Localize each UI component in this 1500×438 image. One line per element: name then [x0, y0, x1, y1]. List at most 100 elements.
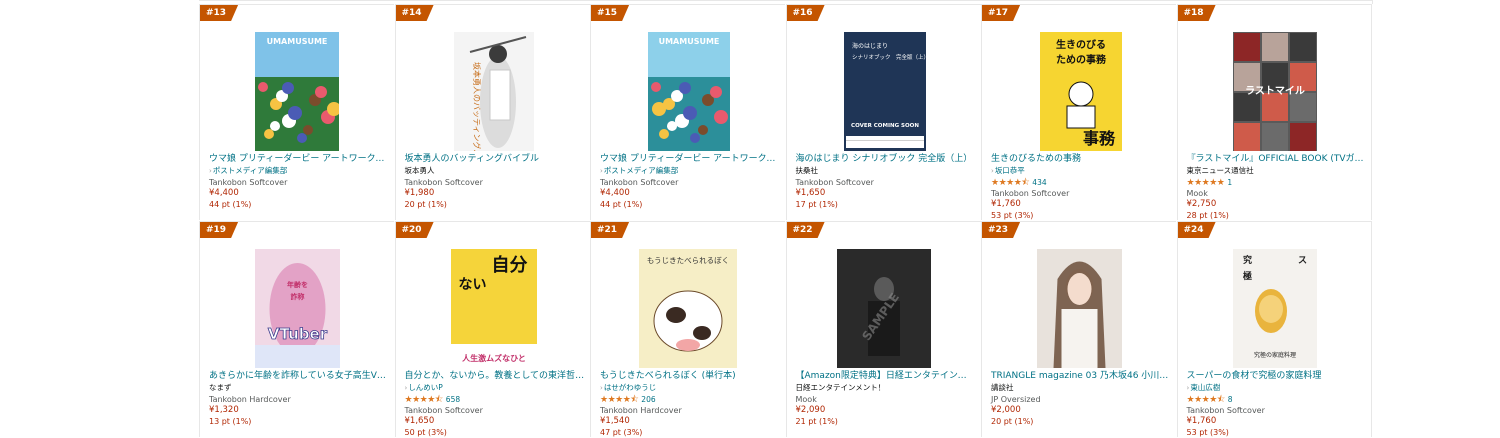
author-name: はせがわゆうじ: [603, 383, 657, 392]
product-title-link[interactable]: 坂本勇人のバッティングバイブル: [405, 153, 585, 165]
author-link[interactable]: ›坂口恭平: [991, 165, 1171, 177]
book-cover[interactable]: [1037, 249, 1122, 368]
book-cover[interactable]: UMAMUSUME: [255, 32, 339, 151]
book-cover-image: 坂本勇人のバッティングバイブル: [453, 32, 534, 151]
author-link: 坂本勇人: [405, 165, 585, 176]
product-card[interactable]: #14 坂本勇人のバッティングバイブル 坂本勇人のバッティングバイブル 坂本勇人 Tan…: [394, 4, 590, 220]
product-title-link[interactable]: 【Amazon限定特典】日経エンタテインメン…: [796, 370, 976, 382]
price: ¥2,750: [1186, 199, 1217, 209]
price: ¥2,000: [991, 405, 1021, 415]
book-cover[interactable]: SAMPLE: [836, 249, 931, 368]
author-link[interactable]: ›ポストメディア編集部: [209, 165, 389, 177]
product-card[interactable]: #24 究極ス究極の家庭料理 スーパーの食材で究極の家庭料理 ›東山広樹 ★★★★⯪ 8 T…: [1176, 221, 1372, 437]
rating-count: 434: [1032, 178, 1047, 187]
book-cover[interactable]: 究極 ス究極の家庭料理: [1232, 249, 1317, 368]
points: 44 pt (1%): [209, 200, 252, 209]
product-row: #13 UMAMUSUME ウマ娘 プリティーダービー アートワークス… ›ポストメデ…: [199, 4, 1372, 221]
star-icons: ★★★★⯪: [600, 395, 639, 405]
product-title-link[interactable]: 『ラストマイル』OFFICIAL BOOK (TVガイ…: [1187, 153, 1367, 165]
svg-text:海のはじまり: 海のはじまり: [852, 42, 888, 50]
rank-badge: #24: [1178, 222, 1216, 238]
svg-text:ための事務: ための事務: [1056, 53, 1107, 66]
author-link: 講談社: [991, 382, 1171, 393]
product-title-link[interactable]: あきらかに年齢を詐称している女子高生VTuber: [209, 370, 389, 382]
book-cover[interactable]: 自分 ない 人生激ムズなひと: [450, 249, 537, 368]
book-cover[interactable]: もうじきたべられるぼく: [639, 249, 737, 368]
rating-count: 206: [641, 395, 656, 404]
svg-text:生きのびる: 生きのびる: [1056, 38, 1106, 51]
product-card[interactable]: #17 生きのびる ための事務 事務 生きのびるための事務 ›坂口恭平 ★★★★⯪ 434 Ta…: [981, 4, 1176, 220]
product-title-link[interactable]: 自分とか、ないから。教養としての東洋哲学…: [405, 370, 585, 382]
product-card[interactable]: #22 SAMPLE 【Amazon限定特典】日経エンタテインメン… 日経エンタテイン…: [785, 221, 981, 437]
rating-count: 1: [1227, 178, 1233, 187]
chevron-right-icon: ›: [1186, 384, 1190, 392]
book-format: Mook: [795, 395, 817, 404]
book-cover-image: ラストマイル: [1232, 32, 1317, 151]
book-cover[interactable]: 坂本勇人のバッティングバイブル: [453, 32, 534, 151]
author-link[interactable]: ›ポストメディア編集部: [600, 165, 780, 177]
product-card[interactable]: #13 UMAMUSUME ウマ娘 プリティーダービー アートワークス… ›ポストメデ…: [199, 4, 394, 220]
product-title-link[interactable]: 生きのびるための事務: [991, 153, 1171, 165]
svg-text:自分: 自分: [491, 254, 527, 276]
chevron-right-icon: ›: [209, 167, 212, 175]
grid-corner: [1372, 0, 1373, 4]
points: 20 pt (1%): [404, 200, 447, 209]
rank-badge: #15: [591, 5, 629, 21]
price: ¥1,980: [404, 188, 435, 198]
product-row: #19 年齢を 詐称 VTuber あきらかに年齢を詐称している女子高生VTuber なま…: [199, 221, 1372, 438]
book-cover-image: UMAMUSUME: [255, 32, 339, 151]
points: 47 pt (3%): [600, 428, 643, 437]
product-card[interactable]: #19 年齢を 詐称 VTuber あきらかに年齢を詐称している女子高生VTuber なま…: [199, 221, 394, 437]
svg-text:究極の家庭料理: 究極の家庭料理: [1253, 351, 1295, 359]
product-title-link[interactable]: スーパーの食材で究極の家庭料理: [1187, 370, 1367, 382]
author-name: なまず: [209, 383, 232, 392]
rank-badge: #18: [1178, 5, 1216, 21]
author-name: 講談社: [991, 383, 1014, 392]
author-link[interactable]: ›はせがわゆうじ: [600, 382, 780, 394]
book-cover-image: 究極 ス究極の家庭料理: [1232, 249, 1317, 368]
product-card[interactable]: #20 自分 ない 人生激ムズなひと 自分とか、ないから。教養としての東洋哲学… ›しんめ…: [394, 221, 590, 437]
author-link[interactable]: ›東山広樹: [1187, 382, 1367, 394]
book-cover-image: 自分ない人生激ムズなひと: [450, 249, 537, 368]
rank-badge: #14: [396, 5, 434, 21]
price: ¥1,540: [600, 416, 630, 426]
svg-text:事務: 事務: [1083, 129, 1116, 148]
svg-text:坂本勇人のバッティングバイブル: 坂本勇人のバッティングバイブル: [472, 62, 482, 151]
rank-badge: #19: [200, 222, 238, 238]
author-name: 日経エンタテインメント！: [795, 383, 886, 392]
svg-text:ラストマイル: ラストマイル: [1245, 85, 1305, 97]
svg-text:シナリオブック 完全版（上）: シナリオブック 完全版（上）: [852, 53, 926, 61]
product-title-link[interactable]: ウマ娘 プリティーダービー アートワークス…: [209, 153, 389, 165]
book-cover[interactable]: 年齢を 詐称 VTuber: [255, 249, 340, 368]
points: 53 pt (3%): [1186, 428, 1229, 437]
product-card[interactable]: #21 もうじきたべられるぼく もうじきたべられるぼく (単行本) ›はせがわゆうじ ★…: [590, 221, 785, 437]
product-card[interactable]: #23 TRIANGLE magazine 03 乃木坂46 小川彩… 講談社 JP …: [981, 221, 1176, 437]
star-icons: ★★★★⯪: [404, 395, 444, 405]
author-link: 扶桑社: [796, 165, 976, 176]
book-format: Tankobon Softcover: [404, 178, 483, 187]
book-cover[interactable]: ラストマイル: [1232, 32, 1317, 151]
author-link[interactable]: ›しんめいP: [405, 382, 585, 394]
star-icons: ★★★★★: [1186, 178, 1225, 188]
author-name: 東山広樹: [1190, 383, 1221, 392]
product-title-link[interactable]: ウマ娘 プリティーダービー アートワークス…: [600, 153, 780, 165]
svg-text:もうじきたべられるぼく: もうじきたべられるぼく: [647, 256, 729, 265]
product-card[interactable]: #18 ラストマイル 『ラストマイル』OFFICIAL BOOK (TVガイ… 東京ニ…: [1176, 4, 1372, 220]
book-cover[interactable]: UMAMUSUME: [648, 32, 730, 151]
points: 50 pt (3%): [404, 428, 447, 437]
book-cover[interactable]: 海のはじまり シナリオブック 完全版（上） COVER COMING SOON: [843, 32, 926, 151]
star-icons: ★★★★⯪: [1186, 395, 1226, 405]
book-cover[interactable]: 生きのびるための事務事務: [1040, 32, 1122, 151]
svg-text:VTuber: VTuber: [268, 325, 328, 343]
product-card[interactable]: #16 海のはじまり シナリオブック 完全版（上） COVER COMING SOON…: [785, 4, 981, 220]
product-card[interactable]: #15 UMAMUSUME ウマ娘 プリティーダービー アートワークス… ›ポストメデ…: [590, 4, 785, 220]
product-title-link[interactable]: TRIANGLE magazine 03 乃木坂46 小川彩…: [991, 370, 1171, 382]
author-name: 扶桑社: [795, 166, 819, 175]
author-link: なまず: [209, 382, 389, 393]
svg-text:詐称: 詐称: [291, 292, 305, 301]
product-title-link[interactable]: もうじきたべられるぼく (単行本): [600, 370, 780, 382]
product-title-link[interactable]: 海のはじまり シナリオブック 完全版（上）: [796, 153, 976, 165]
star-icons: ★★★★⯪: [991, 178, 1030, 188]
book-format: Tankobon Hardcover: [600, 406, 682, 415]
points: 28 pt (1%): [1186, 211, 1229, 220]
